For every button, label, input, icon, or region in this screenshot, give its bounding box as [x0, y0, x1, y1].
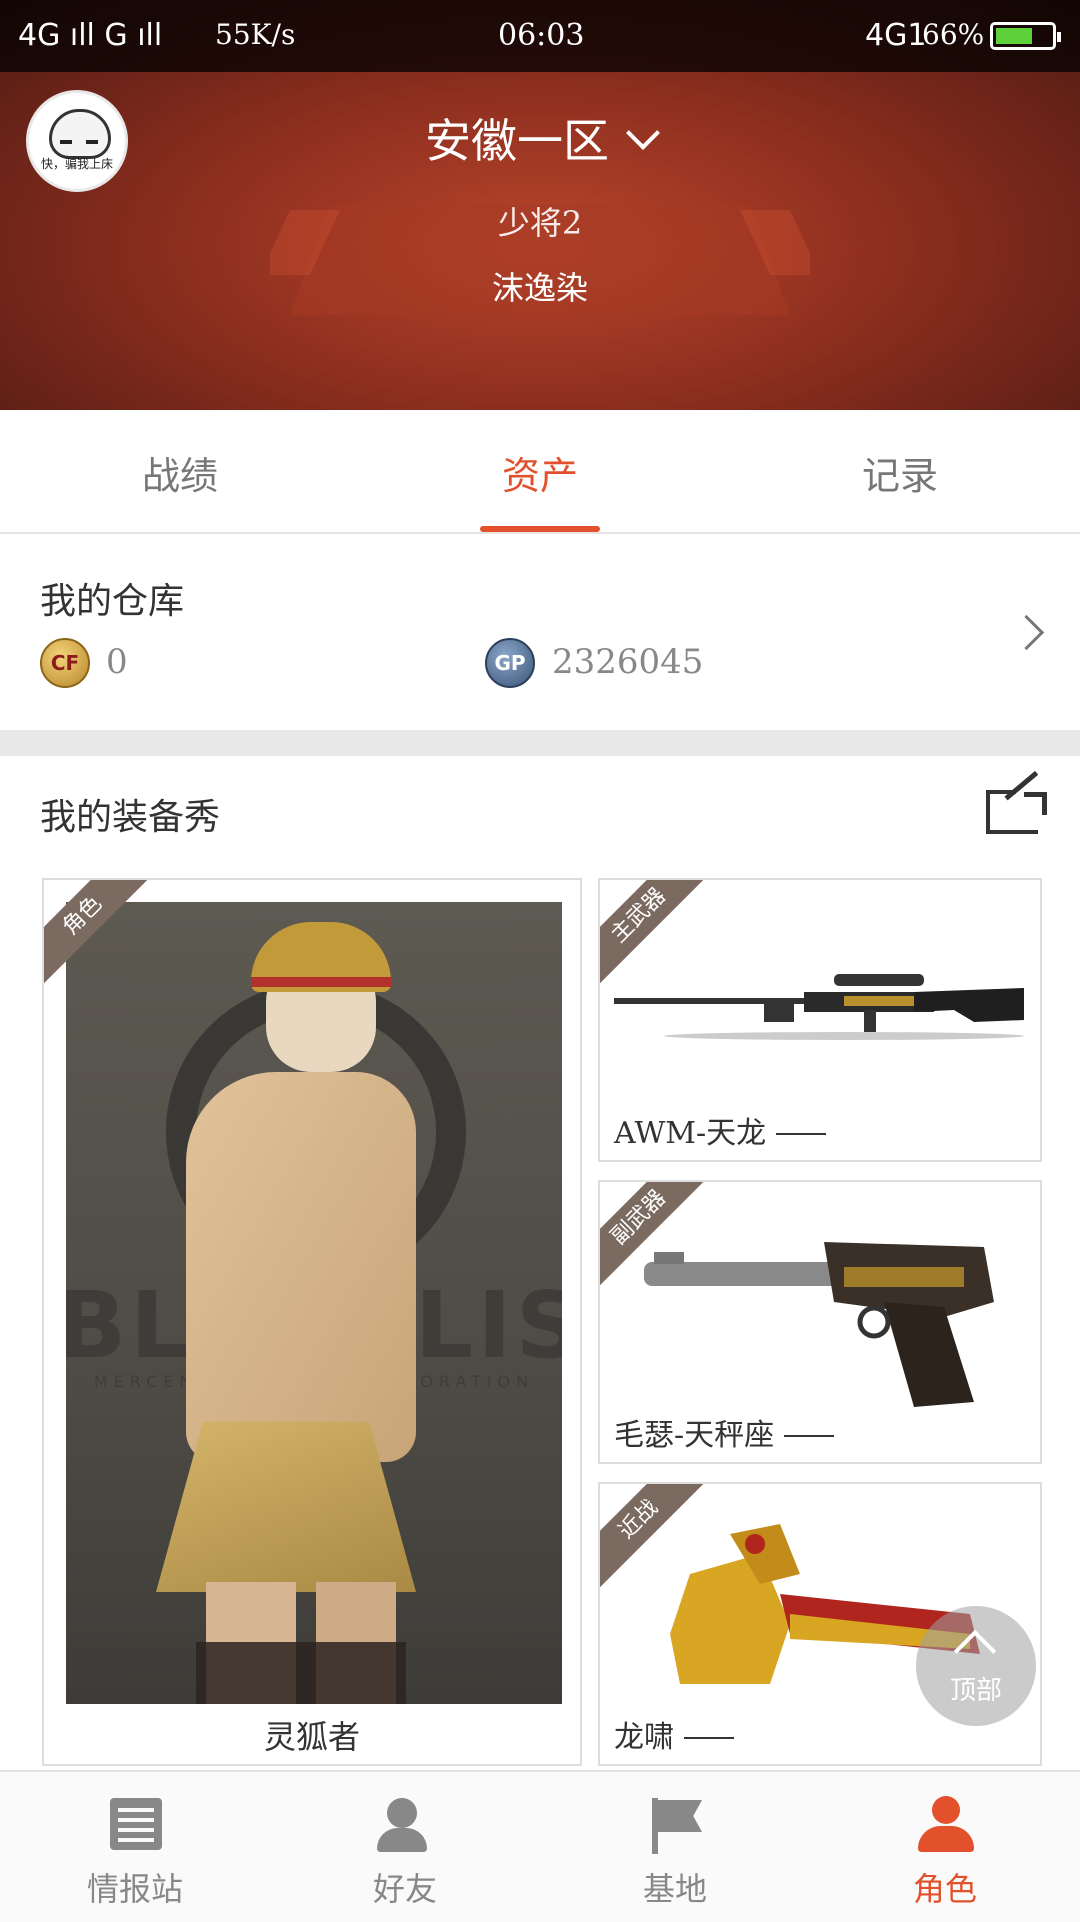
- tab-assets[interactable]: 资产: [360, 445, 720, 500]
- nav-label: 情报站: [86, 1870, 183, 1908]
- nav-label: 基地: [642, 1870, 707, 1908]
- character-card[interactable]: BLACKLIST MERCENARY FORCE CORPORATION 角色…: [42, 878, 582, 1766]
- weapon-name-text: 毛瑟-天秤座: [614, 1418, 775, 1453]
- nav-item-news[interactable]: 情报站: [0, 1772, 270, 1922]
- friends-icon: [375, 1798, 435, 1854]
- news-icon: [110, 1798, 162, 1850]
- primary-weapon-name: AWM-天龙: [614, 1108, 827, 1152]
- bottom-nav: 情报站 好友 基地 角色: [0, 1770, 1080, 1922]
- weapon-name-text: 龙啸: [614, 1720, 674, 1755]
- nav-label: 好友: [372, 1870, 437, 1908]
- battery-icon: [990, 22, 1061, 50]
- cf-coin-icon: CF: [40, 638, 90, 688]
- back-to-top-button[interactable]: 顶部: [916, 1606, 1036, 1726]
- player-nickname: 沫逸染: [491, 269, 588, 307]
- character-hatband: [251, 977, 391, 987]
- rifle-image: [614, 974, 1024, 1040]
- character-name: 灵狐者: [263, 1718, 360, 1756]
- player-rank: 少将2: [497, 204, 583, 242]
- section-divider: [0, 730, 1080, 756]
- share-arrow-icon: [1024, 792, 1047, 815]
- weapon-name-text: AWM-天龙: [614, 1116, 767, 1151]
- warehouse-section[interactable]: 我的仓库 CF 0 GP 2326045: [0, 534, 1080, 730]
- server-selector[interactable]: 安徽一区: [0, 105, 1080, 171]
- tab-bar: 战绩 资产 记录: [0, 410, 1080, 534]
- character-image: BLACKLIST MERCENARY FORCE CORPORATION: [66, 902, 562, 1704]
- nav-label: 角色: [912, 1870, 977, 1908]
- chevron-right-icon[interactable]: [1008, 614, 1045, 651]
- character-stockings: [196, 1642, 406, 1704]
- network-speed: 55K/s: [215, 18, 296, 51]
- battery-percent: 66%: [922, 18, 985, 51]
- character-figure: [186, 1072, 416, 1462]
- equipment-title: 我的装备秀: [40, 797, 221, 838]
- melee-weapon-name: 龙啸: [614, 1712, 734, 1756]
- tab-stats[interactable]: 战绩: [0, 445, 360, 500]
- chevron-down-icon: [626, 116, 660, 150]
- primary-weapon-card[interactable]: 主武器 AWM-天龙: [598, 878, 1042, 1162]
- gp-coin-icon: GP: [485, 638, 535, 688]
- nav-item-base[interactable]: 基地: [540, 1772, 810, 1922]
- active-tab-indicator: [480, 526, 600, 532]
- signal-indicator-2: 4G1: [865, 18, 927, 53]
- warehouse-title: 我的仓库: [40, 581, 185, 622]
- status-bar: 4G ıll G ıll 55K/s 06:03 4G1 66%: [0, 0, 1080, 72]
- wing-icon: [684, 1737, 734, 1739]
- clock: 06:03: [498, 18, 585, 53]
- nav-item-friends[interactable]: 好友: [270, 1772, 540, 1922]
- secondary-weapon-name: 毛瑟-天秤座: [614, 1410, 835, 1454]
- secondary-weapon-card[interactable]: 副武器 毛瑟-天秤座: [598, 1180, 1042, 1464]
- wing-icon: [776, 1133, 827, 1135]
- chevron-up-icon: [953, 1629, 997, 1673]
- flag-icon: [652, 1798, 704, 1854]
- server-name: 安徽一区: [425, 114, 609, 168]
- cf-balance: 0: [106, 642, 128, 682]
- gp-balance: 2326045: [552, 642, 704, 682]
- wing-icon: [784, 1435, 835, 1437]
- tab-records[interactable]: 记录: [720, 445, 1080, 500]
- nav-item-role[interactable]: 角色: [810, 1772, 1080, 1922]
- pistol-image: [644, 1242, 994, 1407]
- role-icon: [918, 1796, 974, 1854]
- signal-indicator: 4G ıll G ıll: [18, 18, 163, 53]
- back-to-top-label: 顶部: [949, 1676, 1002, 1706]
